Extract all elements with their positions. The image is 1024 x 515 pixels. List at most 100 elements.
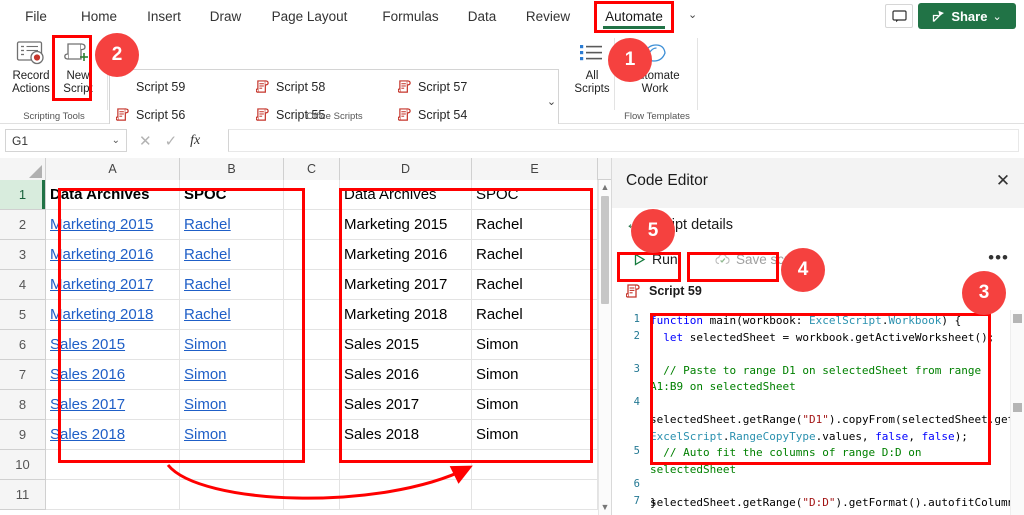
row-header-10[interactable]: 10 [0,450,46,480]
gallery-script-item[interactable]: Script 57 [398,74,467,100]
column-header-C[interactable]: C [284,158,340,180]
grid-cell-empty[interactable] [284,180,340,210]
gallery-script-item[interactable]: Script 59 [116,74,185,100]
source-cell-b9[interactable]: Simon [180,420,284,450]
source-cell-a6[interactable]: Sales 2015 [46,330,180,360]
pasted-cell-d4[interactable]: Marketing 2017 [340,270,472,300]
gallery-script-item[interactable]: Script 58 [256,74,325,100]
column-header-A[interactable]: A [46,158,180,180]
scroll-up-arrow-icon[interactable]: ▲ [599,182,611,192]
code-line[interactable]: selectedSheet.getRange("D1").copyFrom(se… [650,396,1024,446]
pasted-cell-d9[interactable]: Sales 2018 [340,420,472,450]
grid-scroll-thumb[interactable] [601,196,609,304]
code-area[interactable]: 1 2 3 4 5 6 7 function main(workbook: ExcelScr… [612,310,1024,515]
pasted-cell-e3[interactable]: Rachel [472,240,598,270]
pasted-cell-e9[interactable]: Simon [472,420,598,450]
enter-formula-icon[interactable]: ✓ [165,132,178,150]
record-actions-button[interactable]: Record Actions [5,38,57,96]
ribbon-tab-page-layout[interactable]: Page Layout [264,0,355,32]
ribbon-overflow-caret[interactable]: ⌄ [688,8,697,21]
grid-cell-empty[interactable] [472,480,598,510]
grid-cell-empty[interactable] [284,360,340,390]
source-cell-b6[interactable]: Simon [180,330,284,360]
grid-cell-empty[interactable] [284,420,340,450]
source-cell-b8[interactable]: Simon [180,390,284,420]
grid-cell-empty[interactable] [284,300,340,330]
source-cell-a8[interactable]: Sales 2017 [46,390,180,420]
row-header-2[interactable]: 2 [0,210,46,240]
grid-cell-empty[interactable] [180,450,284,480]
scroll-down-arrow-icon[interactable]: ▼ [599,502,611,512]
row-header-7[interactable]: 7 [0,360,46,390]
grid-cell-empty[interactable] [46,480,180,510]
row-header-8[interactable]: 8 [0,390,46,420]
source-cell-b3[interactable]: Rachel [180,240,284,270]
ribbon-tab-draw[interactable]: Draw [203,0,248,32]
grid-cell-empty[interactable] [472,450,598,480]
insert-function-icon[interactable]: fx [190,133,200,149]
row-header-3[interactable]: 3 [0,240,46,270]
source-cell-a1[interactable]: Data Archives [46,180,180,210]
grid-cell-empty[interactable] [340,480,472,510]
ribbon-tab-home[interactable]: Home [74,0,124,32]
more-options-icon[interactable]: ••• [988,248,1009,268]
row-header-11[interactable]: 11 [0,480,46,510]
source-cell-b1[interactable]: SPOC [180,180,284,210]
pasted-cell-e6[interactable]: Simon [472,330,598,360]
code-line[interactable]: let selectedSheet = workbook.getActiveWo… [650,330,1000,347]
pasted-cell-d5[interactable]: Marketing 2018 [340,300,472,330]
pasted-cell-e2[interactable]: Rachel [472,210,598,240]
grid-cell-empty[interactable] [284,390,340,420]
source-cell-b7[interactable]: Simon [180,360,284,390]
grid-cell-empty[interactable] [46,450,180,480]
code-minimap[interactable] [1010,310,1024,515]
grid-cell-empty[interactable] [284,480,340,510]
grid-cell-empty[interactable] [284,240,340,270]
code-line[interactable]: } [650,495,1000,512]
grid-cell-empty[interactable] [180,480,284,510]
source-cell-b5[interactable]: Rachel [180,300,284,330]
formula-input[interactable] [228,129,1019,152]
close-icon[interactable]: ✕ [993,171,1013,191]
code-content[interactable]: function main(workbook: ExcelScript.Work… [650,310,1024,509]
grid-cell-empty[interactable] [340,450,472,480]
pasted-cell-d2[interactable]: Marketing 2015 [340,210,472,240]
code-line[interactable]: function main(workbook: ExcelScript.Work… [650,313,1000,330]
grid-cell-empty[interactable] [284,330,340,360]
ribbon-tab-data[interactable]: Data [461,0,503,32]
row-header-1[interactable]: 1 [0,180,46,210]
column-header-D[interactable]: D [340,158,472,180]
comments-button[interactable] [885,4,913,28]
pasted-cell-e8[interactable]: Simon [472,390,598,420]
cancel-formula-icon[interactable]: ✕ [139,132,152,150]
share-button[interactable]: Share ⌄ [918,3,1016,29]
code-line[interactable]: // Paste to range D1 on selectedSheet fr… [650,363,1000,396]
pasted-cell-d3[interactable]: Marketing 2016 [340,240,472,270]
source-cell-a4[interactable]: Marketing 2017 [46,270,180,300]
source-cell-a2[interactable]: Marketing 2015 [46,210,180,240]
pasted-cell-e1[interactable]: SPOC [472,180,598,210]
ribbon-tab-automate[interactable]: Automate [597,0,671,32]
source-cell-b2[interactable]: Rachel [180,210,284,240]
source-cell-a3[interactable]: Marketing 2016 [46,240,180,270]
source-cell-a9[interactable]: Sales 2018 [46,420,180,450]
pasted-cell-d8[interactable]: Sales 2017 [340,390,472,420]
grid-cell-empty[interactable] [284,270,340,300]
pasted-cell-e4[interactable]: Rachel [472,270,598,300]
ribbon-tab-insert[interactable]: Insert [140,0,188,32]
column-header-B[interactable]: B [180,158,284,180]
source-cell-b4[interactable]: Rachel [180,270,284,300]
pasted-cell-d1[interactable]: Data Archives [340,180,472,210]
source-cell-a5[interactable]: Marketing 2018 [46,300,180,330]
column-header-E[interactable]: E [472,158,598,180]
row-header-6[interactable]: 6 [0,330,46,360]
grid-cell-empty[interactable] [284,450,340,480]
name-box[interactable]: G1 ⌄ [5,129,127,152]
ribbon-tab-file[interactable]: File [14,0,58,32]
pasted-cell-d7[interactable]: Sales 2016 [340,360,472,390]
row-header-4[interactable]: 4 [0,270,46,300]
grid-vertical-scrollbar[interactable]: ▲ ▼ [598,180,611,515]
pasted-cell-e5[interactable]: Rachel [472,300,598,330]
pasted-cell-d6[interactable]: Sales 2015 [340,330,472,360]
ribbon-tab-review[interactable]: Review [519,0,577,32]
